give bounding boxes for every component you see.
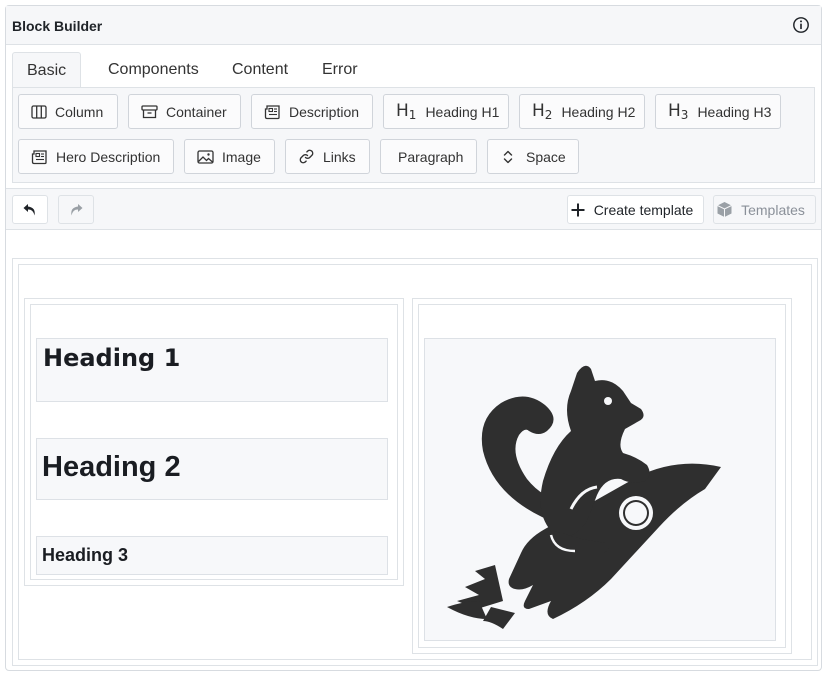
vertical-arrows-icon <box>503 150 513 163</box>
tab-bar: Basic Components Content Error <box>12 52 813 88</box>
block-heading-h3[interactable]: H3 Heading H3 <box>655 94 781 129</box>
block-label: Description <box>289 103 360 120</box>
block-links[interactable]: Links <box>285 139 370 174</box>
blocks-palette: Column Container Description H1 Heading … <box>12 87 815 183</box>
panel-title: Block Builder <box>12 18 103 34</box>
right-column-inner[interactable] <box>418 304 786 648</box>
redo-button[interactable] <box>58 195 94 224</box>
create-template-label: Create template <box>593 201 694 218</box>
block-container[interactable]: Container <box>128 94 241 129</box>
block-label: Column <box>55 103 104 120</box>
create-template-button[interactable]: Create template <box>567 195 704 224</box>
h2-icon: H2 <box>532 101 553 122</box>
block-label: Space <box>526 148 566 165</box>
block-heading-h2[interactable]: H2 Heading H2 <box>519 94 645 129</box>
block-builder-panel: Block Builder Basic Components Content E… <box>5 5 822 671</box>
left-column[interactable]: Heading 1 Heading 2 Heading 3 <box>24 298 404 586</box>
archive-icon <box>141 104 158 118</box>
block-label: Hero Description <box>56 148 161 165</box>
tab-components[interactable]: Components <box>94 52 213 87</box>
block-space[interactable]: Space <box>487 139 579 174</box>
tab-basic[interactable]: Basic <box>12 52 82 88</box>
h1-icon: H1 <box>396 101 417 122</box>
templates-label: Templates <box>741 201 805 218</box>
h3-icon: H3 <box>668 101 689 122</box>
canvas[interactable]: Heading 1 Heading 2 Heading 3 <box>12 258 818 666</box>
left-column-inner[interactable]: Heading 1 Heading 2 Heading 3 <box>30 304 398 580</box>
block-label: Paragraph <box>398 148 464 165</box>
heading-2-block[interactable]: Heading 2 <box>36 438 388 500</box>
tab-content[interactable]: Content <box>218 52 302 87</box>
block-label: Image <box>222 148 261 165</box>
block-label: Heading H2 <box>561 103 636 120</box>
info-icon[interactable] <box>792 16 810 34</box>
heading-2: Heading 2 <box>42 451 181 483</box>
block-label: Container <box>166 103 227 120</box>
columns-icon <box>31 104 47 119</box>
panel-header: Block Builder <box>6 6 821 45</box>
link-icon <box>299 149 314 164</box>
right-column[interactable] <box>412 298 792 654</box>
heading-1: Heading 1 <box>43 344 181 372</box>
cube-icon <box>717 202 732 217</box>
tab-label: Basic <box>27 62 67 79</box>
block-label: Heading H1 <box>425 103 500 120</box>
block-label: Links <box>323 148 356 165</box>
tab-error[interactable]: Error <box>308 52 372 87</box>
tab-label: Components <box>108 61 199 78</box>
image-block[interactable] <box>424 338 776 641</box>
block-heading-h1[interactable]: H1 Heading H1 <box>383 94 509 129</box>
image-icon <box>197 149 214 164</box>
templates-button[interactable]: Templates <box>713 195 816 224</box>
block-paragraph[interactable]: Paragraph <box>380 139 477 174</box>
block-image[interactable]: Image <box>184 139 275 174</box>
plus-icon <box>571 203 585 216</box>
heading-1-block[interactable]: Heading 1 <box>36 338 388 402</box>
block-description[interactable]: Description <box>251 94 373 129</box>
newspaper-icon <box>31 149 47 164</box>
editor-toolbar: Create template Templates <box>6 188 821 230</box>
squirrel-rocket-illustration <box>447 365 721 629</box>
newspaper-icon <box>264 104 280 119</box>
canvas-container[interactable]: Heading 1 Heading 2 Heading 3 <box>18 264 812 660</box>
block-hero-description[interactable]: Hero Description <box>18 139 174 174</box>
undo-button[interactable] <box>12 195 48 224</box>
tab-label: Error <box>322 61 358 78</box>
block-label: Heading H3 <box>697 103 772 120</box>
block-column[interactable]: Column <box>18 94 118 129</box>
heading-3: Heading 3 <box>42 545 129 565</box>
redo-icon <box>71 203 83 215</box>
heading-3-block[interactable]: Heading 3 <box>36 536 388 575</box>
tab-label: Content <box>232 61 289 78</box>
undo-icon <box>23 203 35 215</box>
